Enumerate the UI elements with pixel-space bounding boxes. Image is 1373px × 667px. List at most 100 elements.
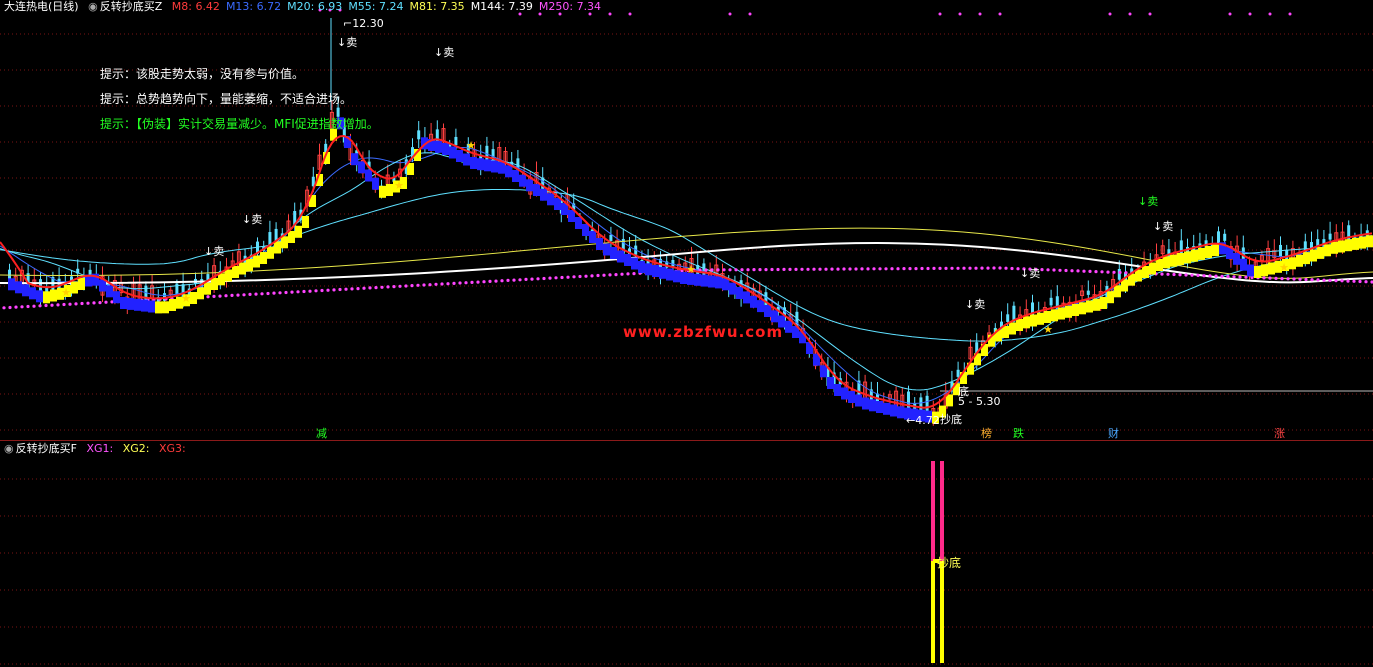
- ma250-dot: [884, 267, 888, 271]
- ma250-dot: [950, 266, 954, 270]
- ma250-dot: [818, 267, 822, 271]
- trend-band-block: [820, 365, 827, 378]
- main-chart-panel[interactable]: ★ ★ ★ ★ ★ ★ ★ 大连热电(日线) ◉ 反转抄底买Z M8: 6.42 M13: 6.…: [0, 0, 1373, 441]
- ma250-dot: [248, 292, 252, 296]
- sub-indicator-name[interactable]: 反转抄底买F: [16, 442, 77, 455]
- trend-band-block: [946, 394, 953, 407]
- ma250-dot: [1004, 266, 1008, 270]
- trend-band-block: [1184, 251, 1191, 264]
- trend-band-block: [169, 299, 176, 311]
- ma250-dot: [1100, 270, 1104, 274]
- collapse-icon[interactable]: ◉: [88, 0, 98, 13]
- ma250-dot: [1268, 276, 1272, 280]
- sub-indicator-panel[interactable]: ◉ 反转抄底买F XG1: XG2: XG3: 抄底: [0, 441, 1373, 667]
- trend-band-block: [1338, 240, 1345, 253]
- trend-band-block: [827, 377, 834, 389]
- sell-signal: ↓卖: [242, 213, 263, 226]
- trend-band-block: [113, 291, 120, 304]
- ma250-dot: [1124, 271, 1128, 275]
- sell-signal: ↓卖: [434, 46, 455, 59]
- ma250-dot: [728, 268, 732, 272]
- ma250-dot: [236, 293, 240, 297]
- ma250-dot: [488, 279, 492, 283]
- trend-band-block: [589, 231, 596, 243]
- trend-band-block: [1233, 252, 1240, 265]
- ma250-dot: [716, 268, 720, 272]
- trend-band-block: [1149, 262, 1156, 275]
- ma250-dot: [1082, 269, 1086, 273]
- ma250-dot: [1304, 277, 1308, 282]
- trend-band-block: [274, 241, 281, 254]
- trend-band-block: [834, 384, 841, 396]
- trend-band-block: [540, 188, 547, 201]
- ma250-dot: [914, 267, 918, 271]
- ma250-dot: [434, 282, 438, 286]
- ma250-dot: [1298, 277, 1302, 281]
- ma250-dot: [386, 285, 390, 289]
- ma250-dot: [722, 268, 726, 272]
- ma250-dot: [206, 295, 210, 299]
- trend-band-block: [50, 289, 57, 302]
- ma250-dot: [542, 276, 546, 281]
- ma250-dot: [1358, 279, 1362, 284]
- ma250-dot: [1220, 274, 1224, 278]
- trend-band-block: [652, 265, 659, 277]
- ma250-dot: [284, 290, 288, 295]
- ma250-dot: [1202, 274, 1206, 278]
- ma250-dot: [356, 287, 360, 291]
- sub-indicator-chart[interactable]: [0, 441, 1373, 667]
- trend-band-block: [491, 160, 498, 173]
- trend-band-block: [582, 224, 589, 236]
- ma250-dot: [788, 267, 792, 271]
- candle-body: [1117, 269, 1121, 280]
- ma250-dot: [38, 304, 42, 308]
- ma250-dot: [74, 302, 78, 306]
- trend-band-block: [498, 161, 505, 174]
- ma250-dot: [998, 266, 1002, 270]
- ma250-dot: [800, 267, 804, 271]
- trend-band-block: [785, 320, 792, 333]
- signal-dot: [1288, 12, 1292, 16]
- trend-band-block: [862, 397, 869, 410]
- ma250-dot: [50, 303, 54, 307]
- ma250-dot: [602, 273, 606, 277]
- trend-band-block: [148, 300, 155, 313]
- ma250-dot: [56, 303, 60, 307]
- trend-band-block: [260, 252, 267, 264]
- ma250-dot: [578, 274, 582, 279]
- ma250-dot: [590, 274, 594, 278]
- trend-band-block: [1086, 300, 1093, 313]
- ma250-dot: [854, 267, 858, 271]
- indicator-name[interactable]: 反转抄底买Z: [100, 0, 163, 13]
- main-header: 大连热电(日线) ◉ 反转抄底买Z M8: 6.42 M13: 6.72 M20: 6…: [4, 0, 613, 14]
- trend-band-block: [610, 247, 617, 259]
- trend-band-block: [890, 404, 897, 417]
- ma250-dot: [782, 267, 786, 271]
- ma250-dot: [272, 291, 276, 295]
- ma250-dot: [500, 279, 504, 283]
- trend-band-block: [225, 269, 232, 282]
- marker-zhang: 涨: [1274, 427, 1285, 440]
- trend-band-block: [1177, 253, 1184, 265]
- trend-band-block: [379, 185, 386, 198]
- ma-legend-item: M55: 7.24: [348, 0, 404, 13]
- trend-band-block: [715, 276, 722, 289]
- candle-body: [919, 397, 923, 412]
- ma250-dot: [344, 287, 348, 291]
- trend-band-block: [1156, 259, 1163, 271]
- ma250-dot: [1046, 268, 1050, 272]
- ma-legend-item: M20: 6.93: [287, 0, 343, 13]
- trend-band-block: [736, 287, 743, 299]
- ma-legend-item: M144: 7.39: [470, 0, 533, 13]
- marker-die: 跌: [1013, 427, 1024, 440]
- trend-band-block: [708, 275, 715, 288]
- ma250-dot: [956, 266, 960, 270]
- ma250-dot: [326, 288, 330, 292]
- collapse-icon[interactable]: ◉: [4, 442, 14, 455]
- ma250-dot: [1076, 269, 1080, 273]
- ma250-dot: [2, 306, 6, 310]
- ma250-dot: [470, 280, 474, 284]
- candle-body: [1049, 297, 1053, 306]
- star-icon: ★: [466, 139, 476, 152]
- trend-band-block: [449, 146, 456, 159]
